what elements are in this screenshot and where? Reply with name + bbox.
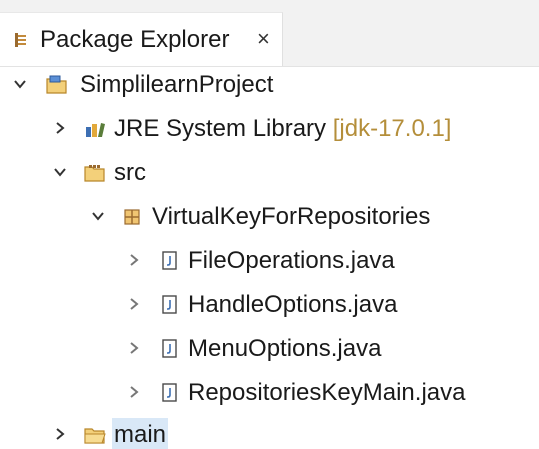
tree-item-label: HandleOptions.java [188, 291, 398, 318]
chevron-right-icon[interactable] [52, 426, 68, 442]
package-explorer-icon [14, 32, 28, 48]
chevron-right-icon[interactable] [126, 296, 142, 312]
tree-item-src[interactable]: src [0, 154, 539, 194]
tree-item-main[interactable]: main [0, 416, 539, 449]
project-folder-icon [46, 75, 68, 95]
tree-item-label: VirtualKeyForRepositories [152, 203, 431, 230]
java-file-icon [160, 251, 182, 271]
jdk-version-decoration: [jdk-17.0.1] [332, 115, 452, 142]
close-icon[interactable]: × [257, 27, 270, 51]
tree-item-file[interactable]: FileOperations.java [0, 242, 539, 282]
java-file-icon [160, 383, 182, 403]
tree-item-file[interactable]: HandleOptions.java [0, 286, 539, 326]
chevron-right-icon[interactable] [126, 252, 142, 268]
package-icon [122, 207, 144, 227]
chevron-right-icon[interactable] [126, 340, 142, 356]
folder-icon [84, 425, 106, 445]
chevron-down-icon[interactable] [90, 208, 106, 224]
tree-item-label: FileOperations.java [188, 247, 395, 274]
chevron-right-icon[interactable] [126, 384, 142, 400]
tree-item-file[interactable]: RepositoriesKeyMain.java [0, 374, 539, 414]
tree-item-label: RepositoriesKeyMain.java [188, 379, 466, 406]
tab-title: Package Explorer [40, 26, 230, 53]
tree-item-jre-library[interactable]: JRE System Library [jdk-17.0.1] [0, 110, 539, 150]
chevron-right-icon[interactable] [52, 120, 68, 136]
project-tree: SimplilearnProject JRE System Library [j… [0, 66, 539, 449]
tree-item-label: SimplilearnProject [80, 71, 274, 98]
source-folder-icon [84, 163, 106, 183]
tree-item-project[interactable]: SimplilearnProject [0, 66, 539, 106]
tree-item-label: src [114, 159, 146, 186]
library-icon [84, 119, 106, 139]
tab-package-explorer[interactable]: Package Explorer × [0, 12, 283, 66]
package-explorer-view: Package Explorer × SimplilearnProject JR… [0, 0, 539, 449]
chevron-down-icon[interactable] [52, 164, 68, 180]
java-file-icon [160, 339, 182, 359]
tree-item-label: MenuOptions.java [188, 335, 382, 362]
chevron-down-icon[interactable] [12, 76, 28, 92]
java-file-icon [160, 295, 182, 315]
view-tab-bar: Package Explorer × [0, 0, 539, 67]
tree-item-label: main [112, 418, 169, 449]
tree-item-package[interactable]: VirtualKeyForRepositories [0, 198, 539, 238]
tree-item-file[interactable]: MenuOptions.java [0, 330, 539, 370]
tree-item-label: JRE System Library [114, 115, 327, 142]
